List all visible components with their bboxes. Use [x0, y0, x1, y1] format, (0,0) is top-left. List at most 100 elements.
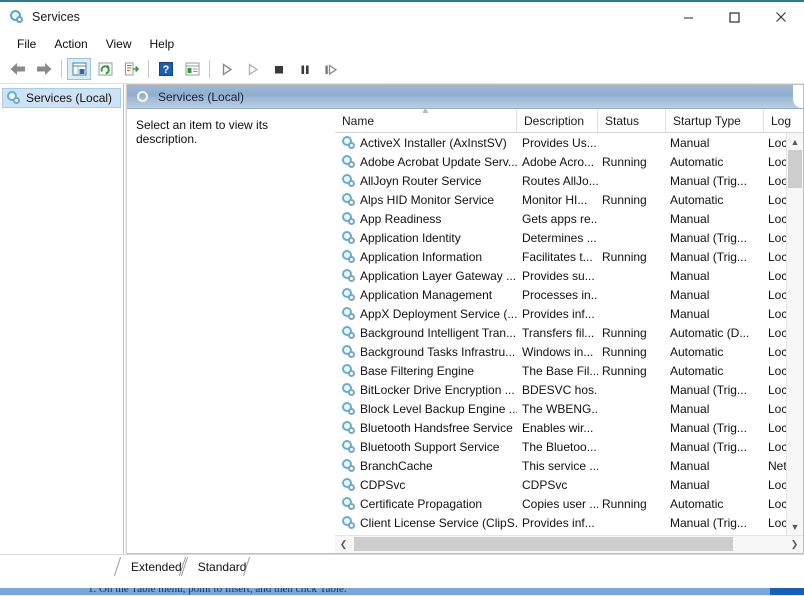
table-row[interactable]: App Readiness Gets apps re... Manual Loc: [335, 209, 786, 228]
toolbar-separator-3: [209, 60, 210, 78]
cell-status: Running: [602, 249, 647, 264]
cell-description: Adobe Acro...: [522, 154, 595, 169]
cell-startup-type: Automatic: [670, 192, 724, 207]
sort-ascending-icon: ▲: [420, 105, 431, 116]
scroll-left-icon[interactable]: ❮: [335, 536, 352, 553]
cell-description: Determines ...: [522, 230, 597, 245]
pause-service-icon[interactable]: [293, 58, 317, 80]
service-gear-icon: [342, 250, 355, 263]
tab-standard[interactable]: Standard: [190, 557, 256, 576]
vertical-scrollbar[interactable]: ▲ ▼: [786, 133, 803, 535]
table-row[interactable]: Background Intelligent Tran... Transfers …: [335, 323, 786, 342]
table-row[interactable]: Bluetooth Handsfree Service Enables wir..…: [335, 418, 786, 437]
column-header-log-on-as[interactable]: Log: [764, 109, 803, 132]
service-name-label: Application Management: [360, 287, 493, 302]
resume-service-icon[interactable]: [241, 58, 265, 80]
table-row[interactable]: Alps HID Monitor Service Monitor HI... Run…: [335, 190, 786, 209]
cell-description: Monitor HI...: [522, 192, 588, 207]
horizontal-scrollbar[interactable]: ❮ ❯: [335, 535, 803, 553]
menu-help[interactable]: Help: [141, 34, 184, 54]
cell-name: Alps HID Monitor Service: [335, 193, 517, 207]
table-row[interactable]: CDPSvc CDPSvc Manual Loc: [335, 475, 786, 494]
service-description-panel: Select an item to view its description.: [127, 109, 335, 553]
stop-service-icon[interactable]: [267, 58, 291, 80]
cell-startup-type: Manual: [670, 477, 710, 492]
forward-icon[interactable]: [32, 58, 56, 80]
table-row[interactable]: ActiveX Installer (AxInstSV) Provides Us.…: [335, 133, 786, 152]
minimize-button[interactable]: [665, 2, 711, 32]
table-row[interactable]: Base Filtering Engine The Base Fil... Runn…: [335, 361, 786, 380]
service-gear-icon: [342, 193, 355, 206]
service-gear-icon: [342, 459, 355, 472]
cell-startup-type: Automatic: [670, 363, 724, 378]
service-gear-icon: [342, 383, 355, 396]
export-list-icon[interactable]: [119, 58, 143, 80]
cell-description: Provides su...: [522, 268, 595, 283]
cell-log-on-as: Loc: [768, 344, 786, 359]
services-gear-icon: [9, 9, 25, 25]
cell-log-on-as: Loc: [768, 287, 786, 302]
service-name-label: Bluetooth Support Service: [360, 439, 500, 454]
table-row[interactable]: AppX Deployment Service (... Provides inf…: [335, 304, 786, 323]
cell-status: Running: [602, 344, 647, 359]
restart-service-icon[interactable]: [319, 58, 343, 80]
background-selection-tail: [770, 588, 804, 595]
menu-action[interactable]: Action: [45, 34, 96, 54]
table-row[interactable]: Application Information Facilitates t... R…: [335, 247, 786, 266]
scroll-down-icon[interactable]: ▼: [787, 518, 803, 535]
horizontal-scroll-track[interactable]: [352, 536, 786, 553]
services-rows-area: ActiveX Installer (AxInstSV) Provides Us.…: [335, 133, 803, 535]
maximize-button[interactable]: [711, 2, 757, 32]
properties-icon[interactable]: [180, 58, 204, 80]
table-row[interactable]: BitLocker Drive Encryption ... BDESVC hos…: [335, 380, 786, 399]
column-header-name[interactable]: Name ▲: [335, 105, 517, 132]
column-header-startup-type[interactable]: Startup Type: [666, 109, 764, 132]
cell-name: Application Identity: [335, 231, 517, 245]
table-row[interactable]: Client License Service (ClipS... Provides…: [335, 513, 786, 532]
table-row[interactable]: BranchCache This service ... Manual Net: [335, 456, 786, 475]
table-row[interactable]: Application Management Processes in... Man…: [335, 285, 786, 304]
column-header-status[interactable]: Status: [598, 109, 666, 132]
vertical-scroll-track[interactable]: [787, 150, 803, 518]
scroll-up-icon[interactable]: ▲: [787, 133, 803, 150]
column-header-description[interactable]: Description: [517, 109, 598, 132]
service-gear-icon: [342, 345, 355, 358]
table-row[interactable]: Application Layer Gateway ... Provides su…: [335, 266, 786, 285]
service-gear-icon: [342, 212, 355, 225]
tree-item-services-local[interactable]: Services (Local): [2, 88, 121, 108]
show-hide-console-tree-icon[interactable]: [67, 58, 91, 80]
table-row[interactable]: Background Tasks Infrastru... Windows in.…: [335, 342, 786, 361]
details-pane-header: Services (Local): [127, 85, 803, 109]
table-row[interactable]: Application Identity Determines ... Manual…: [335, 228, 786, 247]
menu-file[interactable]: File: [8, 34, 45, 54]
table-row[interactable]: Certificate Propagation Copies user ... Ru…: [335, 494, 786, 513]
scroll-right-icon[interactable]: ❯: [786, 536, 803, 553]
vertical-scroll-thumb[interactable]: [788, 150, 802, 188]
menu-view[interactable]: View: [97, 34, 141, 54]
service-name-label: Application Layer Gateway ...: [360, 268, 517, 283]
menu-bar: File Action View Help: [0, 32, 804, 55]
cell-log-on-as: Loc: [768, 496, 786, 511]
service-name-label: AllJoyn Router Service: [360, 173, 482, 188]
table-row[interactable]: AllJoyn Router Service Routes AllJo... Man…: [335, 171, 786, 190]
cell-startup-type: Manual: [670, 401, 710, 416]
help-icon[interactable]: ?: [154, 58, 178, 80]
table-row[interactable]: Bluetooth Support Service The Bluetoo... M…: [335, 437, 786, 456]
cell-startup-type: Manual: [670, 306, 710, 321]
cell-startup-type: Manual (Trig...: [670, 230, 747, 245]
cell-log-on-as: Loc: [768, 382, 786, 397]
start-service-icon[interactable]: [215, 58, 239, 80]
close-button[interactable]: [757, 2, 804, 32]
cell-name: Application Layer Gateway ...: [335, 269, 517, 283]
horizontal-scroll-thumb[interactable]: [354, 537, 733, 551]
service-name-label: Base Filtering Engine: [360, 363, 475, 378]
cell-status: Running: [602, 192, 647, 207]
service-name-label: CDPSvc: [360, 477, 406, 492]
cell-name: BitLocker Drive Encryption ...: [335, 383, 517, 397]
service-gear-icon: [342, 269, 355, 282]
back-icon[interactable]: [6, 58, 30, 80]
cell-name: BranchCache: [335, 459, 517, 473]
refresh-icon[interactable]: [93, 58, 117, 80]
table-row[interactable]: Block Level Backup Engine ... The WBENG..…: [335, 399, 786, 418]
table-row[interactable]: Adobe Acrobat Update Serv... Adobe Acro..…: [335, 152, 786, 171]
